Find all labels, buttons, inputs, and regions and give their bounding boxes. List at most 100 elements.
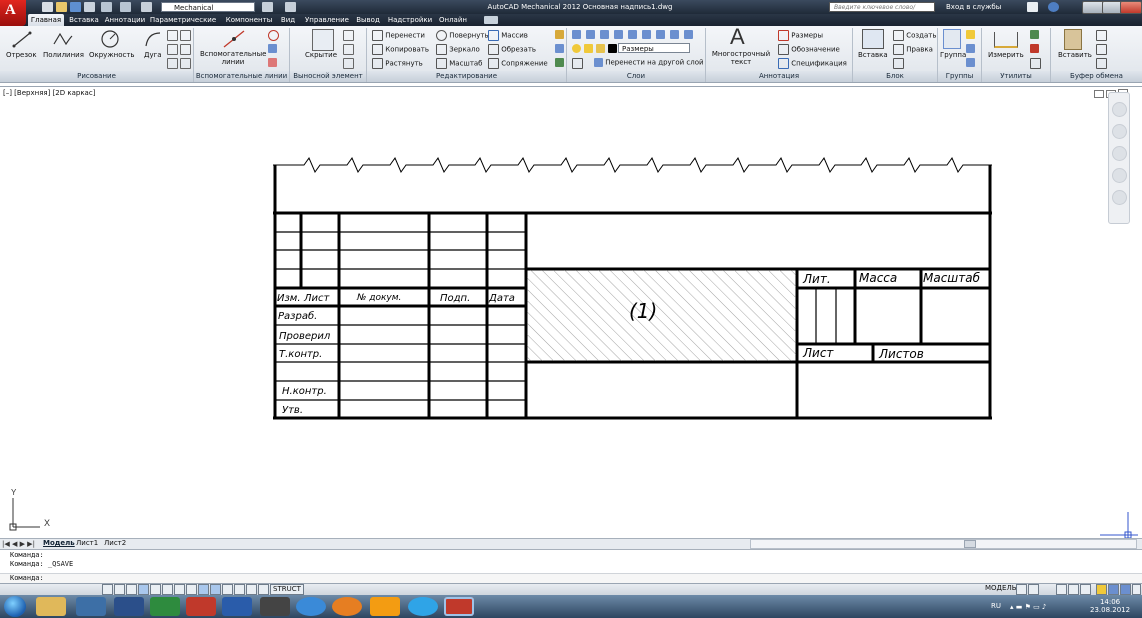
undo-icon[interactable] <box>101 2 112 12</box>
viewport-minimize-icon[interactable] <box>1094 90 1104 98</box>
erase-icon[interactable] <box>555 30 564 39</box>
hide-button[interactable]: Скрытие <box>305 51 337 60</box>
panel-modify-label[interactable]: Редактирование <box>367 71 567 82</box>
layer-tool-6-icon[interactable] <box>656 30 665 39</box>
layer-tool-7-icon[interactable] <box>670 30 679 39</box>
layer-properties-icon[interactable] <box>572 30 581 39</box>
arc-button[interactable]: Дуга <box>144 51 162 60</box>
panel-annotation-label[interactable]: Аннотация <box>706 71 853 82</box>
workspace-switch-icon[interactable] <box>1068 584 1079 595</box>
utility-tool-2-icon[interactable] <box>1030 44 1039 53</box>
pan-icon[interactable] <box>1112 124 1127 139</box>
hardware-acceleration-icon[interactable] <box>1108 584 1119 595</box>
create-block-button[interactable]: Создать <box>893 30 936 41</box>
tray-icons[interactable]: ▴ ▬ ⚑ ▭ ♪ <box>1010 603 1080 611</box>
excel-taskbar-icon[interactable] <box>150 597 180 616</box>
move-to-layer-button[interactable]: Перенести на другой слой <box>594 58 704 68</box>
selection-cycling-icon[interactable] <box>246 584 257 595</box>
draw-tool-small-4-icon[interactable] <box>180 30 191 41</box>
trim-button[interactable]: Обрезать <box>488 44 536 55</box>
tab-components[interactable]: Компоненты <box>222 14 276 26</box>
help-icon[interactable] <box>1048 2 1059 12</box>
snap-mode-icon[interactable] <box>102 584 113 595</box>
layer-freeze-icon[interactable] <box>584 44 593 53</box>
steering-wheel-icon[interactable] <box>1112 102 1127 117</box>
media-taskbar-icon[interactable] <box>76 597 106 616</box>
mtext-button[interactable]: Многострочный текст <box>711 50 771 66</box>
workspace-icon[interactable] <box>141 2 152 12</box>
explorer-taskbar-icon[interactable] <box>36 597 66 616</box>
group-tool-1-icon[interactable] <box>966 30 975 39</box>
annotation-scale-icon[interactable] <box>1056 584 1067 595</box>
skype-taskbar-icon[interactable] <box>408 597 438 616</box>
transparency-icon[interactable] <box>222 584 233 595</box>
ortho-icon[interactable] <box>126 584 137 595</box>
draw-tool-small-6-icon[interactable] <box>180 58 191 69</box>
app-taskbar-icon[interactable] <box>114 597 144 616</box>
ribbon-toggle-icon[interactable] <box>484 16 498 24</box>
construction-delete-icon[interactable] <box>268 58 277 67</box>
autocad-taskbar-icon[interactable] <box>444 597 474 616</box>
specification-button[interactable]: Спецификация <box>778 58 847 69</box>
new-file-icon[interactable] <box>42 2 53 12</box>
layer-lock-icon[interactable] <box>596 44 605 53</box>
copy-button[interactable]: Копировать <box>372 44 429 55</box>
detail-tool-1-icon[interactable] <box>343 30 354 41</box>
construction-lines-button[interactable]: Вспомогательные линии <box>200 50 266 66</box>
quick-access-extra-icon[interactable] <box>262 2 273 12</box>
layer-on-icon[interactable] <box>572 44 581 53</box>
polar-icon[interactable] <box>138 584 149 595</box>
lock-ui-icon[interactable] <box>1080 584 1091 595</box>
orbit-icon[interactable] <box>1112 168 1127 183</box>
measure-button[interactable]: Измерить <box>988 51 1024 60</box>
search-input[interactable]: Введите ключевое слово/фразу <box>829 2 935 21</box>
app2-taskbar-icon[interactable] <box>260 597 290 616</box>
group-select-icon[interactable] <box>966 58 975 67</box>
showmotion-icon[interactable] <box>1112 190 1127 205</box>
panel-block-label[interactable]: Блок <box>853 71 938 82</box>
mirror-button[interactable]: Зеркало <box>436 44 480 55</box>
exchange-icon[interactable] <box>1027 2 1038 12</box>
layer-tool-8-icon[interactable] <box>684 30 693 39</box>
tab-layout2[interactable]: Лист2 <box>104 539 126 548</box>
redo-icon[interactable] <box>120 2 131 12</box>
group-tool-2-icon[interactable] <box>966 44 975 53</box>
layout-nav-arrows-icon[interactable]: |◀ ◀ ▶ ▶| <box>2 540 35 548</box>
insert-block-button[interactable]: Вставка <box>858 51 888 60</box>
taskbar-clock[interactable]: 14:06 23.08.2012 <box>1090 598 1130 614</box>
detail-tool-3-icon[interactable] <box>343 58 354 69</box>
layer-tool-1-icon[interactable] <box>586 30 595 39</box>
layer-tool-4-icon[interactable] <box>628 30 637 39</box>
copy-clip-icon[interactable] <box>1096 44 1107 55</box>
dimensions-button[interactable]: Размеры <box>778 30 823 41</box>
isolate-objects-icon[interactable] <box>1096 584 1107 595</box>
move-button[interactable]: Перенести <box>372 30 425 41</box>
array-button[interactable]: Массив <box>488 30 528 41</box>
tab-model[interactable]: Модель <box>43 539 75 548</box>
paste-button[interactable]: Вставить <box>1058 51 1092 60</box>
save-icon[interactable] <box>70 2 81 12</box>
quick-view-drawings-icon[interactable] <box>1028 584 1039 595</box>
struct-toggle-icon[interactable] <box>258 584 269 595</box>
tab-view[interactable]: Вид <box>278 14 298 26</box>
circle-button[interactable]: Окружность <box>89 51 135 60</box>
panel-groups-label[interactable]: Группы <box>938 71 982 82</box>
rotate-button[interactable]: Повернуть <box>436 30 489 41</box>
layer-select[interactable]: Размеры <box>618 43 690 53</box>
quick-view-layouts-icon[interactable] <box>1016 584 1027 595</box>
cut-icon[interactable] <box>1096 30 1107 41</box>
panel-layers-label[interactable]: Слои <box>567 71 706 82</box>
grid-icon[interactable] <box>114 584 125 595</box>
utility-tool-3-icon[interactable] <box>1030 58 1041 69</box>
offset-icon[interactable] <box>555 58 564 67</box>
edit-block-button[interactable]: Правка <box>893 44 933 55</box>
draw-tool-small-2-icon[interactable] <box>167 44 178 55</box>
layer-tool-3-icon[interactable] <box>614 30 623 39</box>
detail-tool-2-icon[interactable] <box>343 44 354 55</box>
workspace-select[interactable]: Mechanical <box>161 2 255 12</box>
firefox-taskbar-icon[interactable] <box>332 597 362 616</box>
layer-tool-5-icon[interactable] <box>642 30 651 39</box>
tab-manage[interactable]: Управление <box>302 14 352 26</box>
horizontal-scrollbar[interactable] <box>750 539 1137 549</box>
draw-tool-small-1-icon[interactable] <box>167 30 178 41</box>
